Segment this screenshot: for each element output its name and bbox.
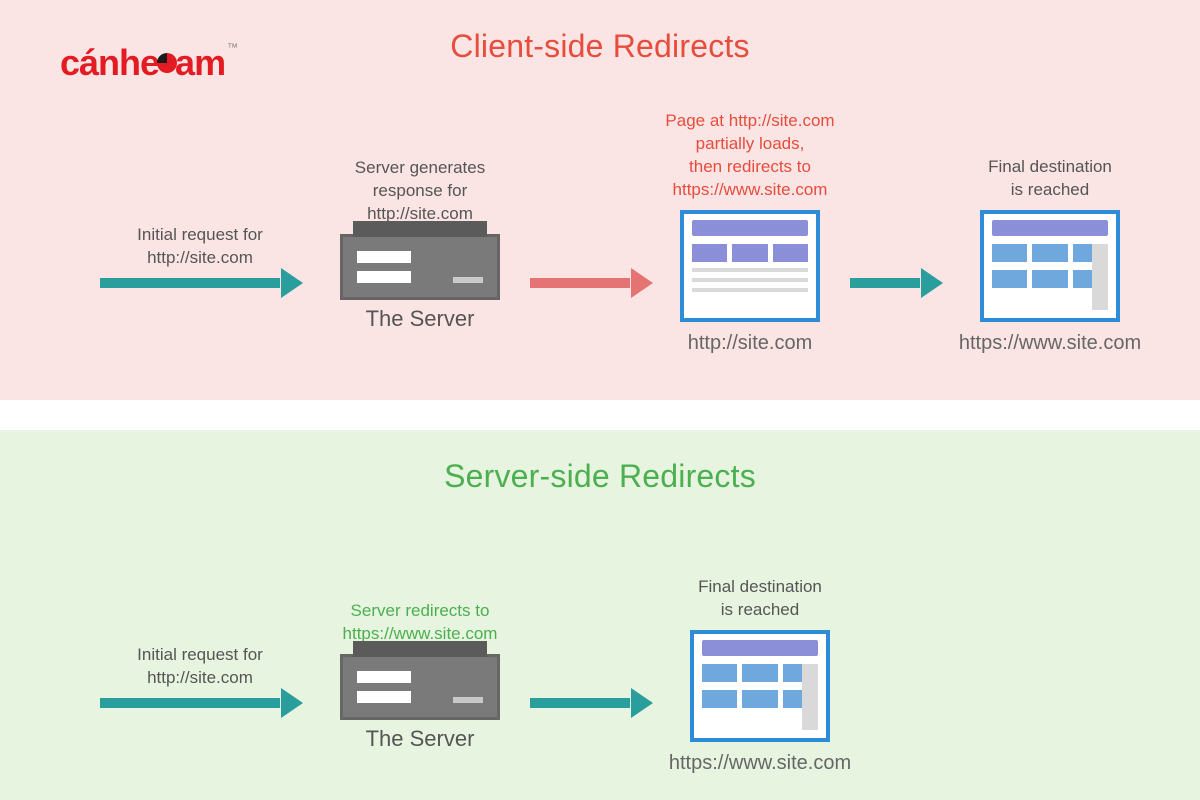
arrow-icon [530, 698, 630, 708]
final-destination-label: Final destinationis reached [988, 156, 1112, 202]
partial-to-final-arrow-col [850, 278, 940, 288]
arrow-icon [530, 278, 630, 288]
arrow-icon [850, 278, 920, 288]
final-page-caption: https://www.site.com [950, 332, 1150, 355]
client-side-flow: Initial request forhttp://site.com Serve… [0, 210, 1200, 355]
server-to-final-arrow-col [530, 698, 650, 708]
logo-trademark: ™ [227, 42, 237, 54]
final-page-caption: https://www.site.com [660, 752, 860, 775]
final-page-col: Final destinationis reached https://www.… [950, 210, 1150, 355]
server-side-title: Server-side Redirects [0, 430, 1200, 495]
browser-window-icon [690, 630, 830, 742]
server-caption: The Server [320, 306, 520, 332]
initial-request-label: Initial request forhttp://site.com [137, 224, 263, 270]
server-side-panel: Server-side Redirects Initial request fo… [0, 430, 1200, 800]
server-col: Server redirects tohttps://www.site.com … [320, 654, 520, 752]
partial-page-caption: http://site.com [660, 332, 840, 355]
client-side-panel: cánheam™ Client-side Redirects Initial r… [0, 0, 1200, 400]
logo-text-1: cánhe [60, 42, 159, 83]
initial-request-arrow-col: Initial request forhttp://site.com [100, 278, 300, 288]
server-redirect-label: Server redirects tohttps://www.site.com [343, 600, 498, 646]
server-col: Server generatesresponse forhttp://site.… [320, 234, 520, 332]
initial-request-arrow-col: Initial request forhttp://site.com [100, 698, 300, 708]
initial-request-label: Initial request forhttp://site.com [137, 644, 263, 690]
server-caption: The Server [320, 726, 520, 752]
server-side-flow: Initial request forhttp://site.com Serve… [0, 630, 1200, 775]
server-icon [340, 234, 500, 300]
final-destination-label: Final destinationis reached [698, 576, 822, 622]
browser-window-icon [680, 210, 820, 322]
logo-text-2: am [175, 42, 225, 83]
server-icon [340, 654, 500, 720]
partial-load-label: Page at http://site.compartially loads,t… [665, 110, 834, 202]
arrow-icon [100, 698, 280, 708]
brand-logo: cánheam™ [60, 42, 237, 84]
panel-separator [0, 400, 1200, 430]
server-response-label: Server generatesresponse forhttp://site.… [355, 157, 485, 226]
server-to-partial-arrow-col [530, 278, 650, 288]
browser-window-icon [980, 210, 1120, 322]
arrow-icon [100, 278, 280, 288]
partial-page-col: Page at http://site.compartially loads,t… [660, 210, 840, 355]
final-page-col: Final destinationis reached https://www.… [660, 630, 860, 775]
